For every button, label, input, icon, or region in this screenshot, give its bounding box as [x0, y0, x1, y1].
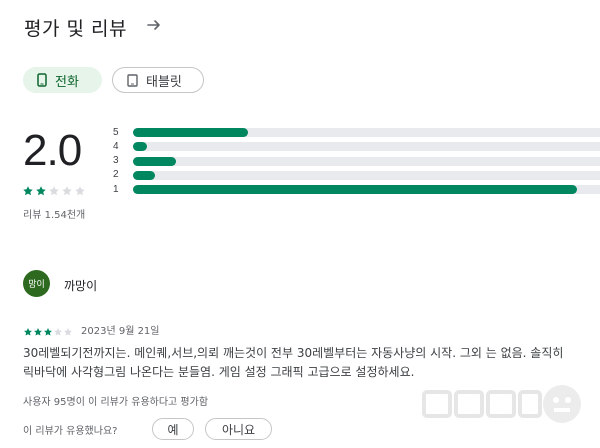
rating-bar-label: 5 — [113, 126, 119, 138]
rating-bar-row: 1 — [113, 183, 600, 195]
rating-bar-fill — [133, 185, 577, 195]
helpful-yes-button[interactable]: 예 — [152, 418, 194, 440]
star-icon — [63, 322, 73, 341]
star-icon — [48, 182, 60, 201]
review-stars — [23, 322, 73, 341]
rating-bar-track — [133, 156, 600, 166]
rating-bar-label: 3 — [113, 155, 119, 167]
star-icon — [22, 182, 34, 201]
tab-tablet[interactable]: 태블릿 — [112, 67, 204, 93]
section-title: 평가 및 리뷰 — [24, 18, 127, 40]
rating-bar-fill — [133, 142, 148, 152]
arrow-right-icon[interactable] — [146, 17, 162, 33]
rating-bar-track — [133, 142, 600, 152]
rating-bar-track — [133, 185, 600, 195]
tab-phone-label: 전화 — [55, 74, 79, 90]
rating-bar-row: 5 — [113, 126, 600, 138]
phone-icon — [37, 73, 47, 87]
rating-bar-track — [133, 128, 600, 137]
star-icon — [43, 322, 53, 341]
review-date: 2023년 9월 21일 — [81, 326, 160, 337]
rating-bar-row: 4 — [113, 140, 600, 152]
rating-bar-fill — [133, 170, 155, 180]
rating-bar-label: 4 — [113, 140, 119, 152]
watermark-logo — [422, 385, 581, 423]
helpful-question: 이 리뷰가 유용했나요? — [23, 426, 118, 437]
rating-bar-label: 1 — [113, 183, 119, 195]
tab-phone[interactable]: 전화 — [23, 67, 102, 93]
star-icon — [53, 322, 63, 341]
rating-bar-row: 2 — [113, 169, 600, 181]
avatar: 망이 — [23, 270, 50, 297]
star-icon — [23, 322, 33, 341]
helpful-no-button[interactable]: 아니요 — [205, 418, 272, 440]
tablet-icon — [127, 73, 138, 87]
helpful-count: 사용자 95명이 이 리뷰가 유용하다고 평가함 — [23, 397, 209, 408]
star-icon — [74, 182, 86, 201]
rating-bar-row: 3 — [113, 155, 600, 167]
average-rating: 2.0 — [23, 126, 82, 175]
review-count: 리뷰 1.54천개 — [23, 210, 86, 221]
reviewer-name: 까망이 — [64, 279, 98, 293]
review-text-line: 릭바닥에 사각형그림 나온다는 분들염. 게임 설정 그래픽 고급으로 설정하세… — [23, 365, 415, 379]
review-text-line: 30레벨되기전까지는. 메인퀘,서브,의뢰 깨는것이 전부 30레벨부터는 자동… — [23, 346, 564, 360]
rating-bar-fill — [133, 156, 177, 166]
tab-tablet-label: 태블릿 — [146, 74, 182, 90]
rating-bar-label: 2 — [113, 169, 119, 181]
star-icon — [61, 182, 73, 201]
star-icon — [35, 182, 47, 201]
rating-bar-fill — [133, 128, 249, 137]
rating-bar-track — [133, 170, 600, 180]
review-text: 30레벨되기전까지는. 메인퀘,서브,의뢰 깨는것이 전부 30레벨부터는 자동… — [23, 344, 600, 382]
rating-stars — [22, 182, 86, 201]
star-icon — [33, 322, 43, 341]
